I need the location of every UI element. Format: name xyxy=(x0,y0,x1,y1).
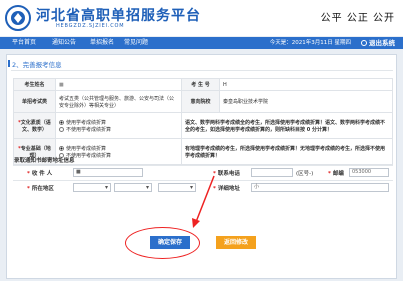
annotation-arrow-icon xyxy=(192,175,215,228)
page: 河北省高职单招服务平台 HEBGZDZ.SJZIEI.COM 公平 公正 公开 … xyxy=(0,0,403,281)
